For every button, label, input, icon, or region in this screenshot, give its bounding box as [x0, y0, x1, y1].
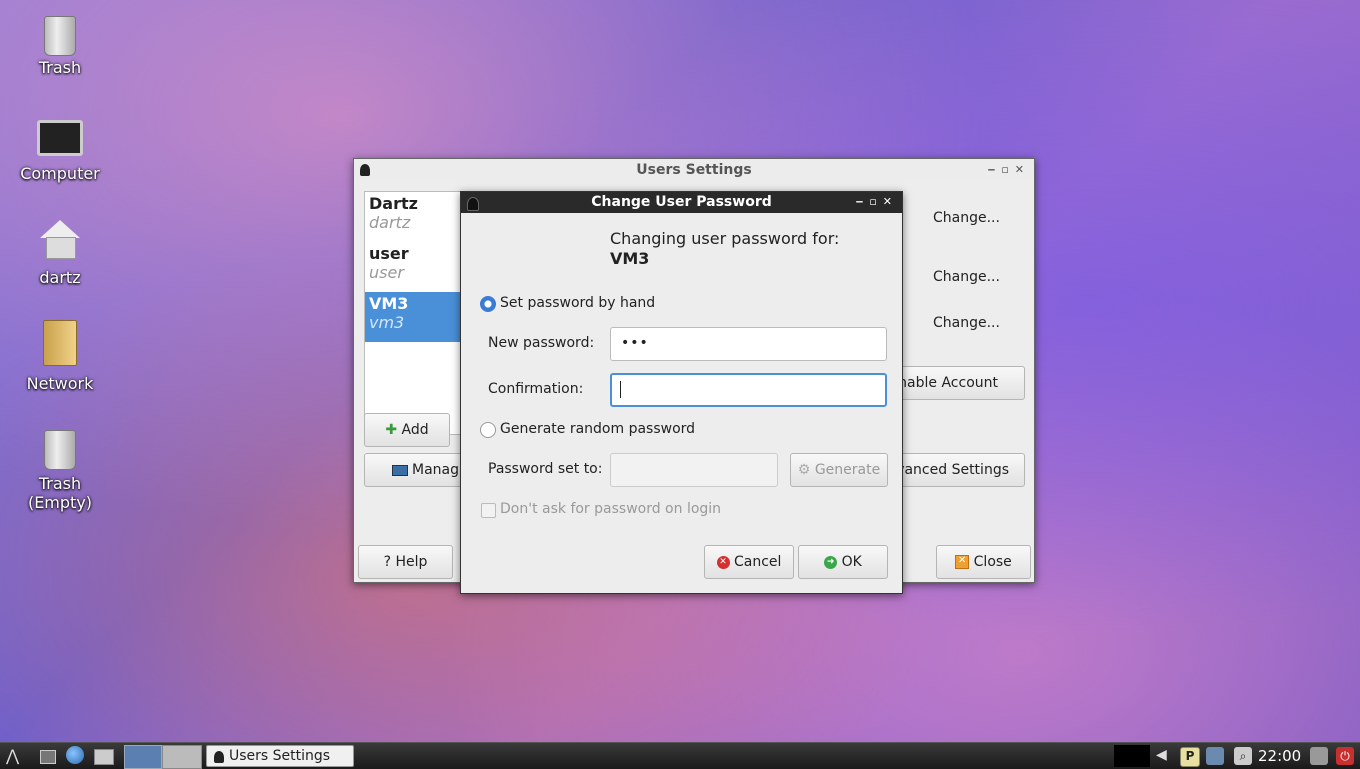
close-icon[interactable]: ✕ — [883, 195, 898, 208]
taskbar: ⋀ Users Settings ◀ P ⌕ 22:00 ⏻ — [0, 742, 1360, 769]
dialog-title: Change User Password — [591, 194, 772, 210]
arrow-icon[interactable]: ◀ — [1156, 747, 1174, 765]
change-password-titlebar[interactable]: Change User Password ‒▫✕ — [461, 192, 902, 213]
search-icon[interactable]: ⌕ — [1234, 747, 1252, 765]
browser-icon[interactable] — [66, 746, 84, 764]
new-password-value: ••• — [621, 335, 649, 351]
window-controls: ‒▫✕ — [988, 159, 1030, 181]
users-settings-titlebar[interactable]: Users Settings ‒▫✕ — [354, 159, 1034, 181]
change-password-button[interactable]: Change... — [933, 315, 1000, 331]
change-group-button[interactable]: Change... — [933, 269, 1000, 285]
cancel-button[interactable]: ✕ Cancel — [704, 545, 794, 579]
confirmation-label: Confirmation: — [488, 381, 584, 397]
minimize-icon[interactable]: ‒ — [856, 195, 870, 208]
power-icon[interactable]: ⏻ — [1336, 747, 1354, 765]
button-label: vanced Settings — [896, 462, 1009, 478]
new-password-field[interactable]: ••• — [610, 327, 887, 361]
change-name-button[interactable]: Change... — [933, 210, 1000, 226]
computer-icon — [37, 120, 83, 156]
ok-icon: ➜ — [824, 555, 838, 569]
desktop-icon-label: Computer — [20, 164, 100, 183]
desktop-icon-label: Network — [26, 374, 94, 393]
button-label: Add — [401, 422, 429, 438]
desktop-icon-label: Trash — [38, 58, 82, 77]
users-app-icon — [360, 164, 370, 176]
add-icon: ✚ — [385, 422, 398, 438]
network-folder-icon — [43, 320, 77, 366]
close-window-icon: ✕ — [955, 555, 970, 569]
new-password-label: New password: — [488, 335, 595, 351]
confirmation-field[interactable] — [610, 373, 887, 407]
dont-ask-checkbox — [481, 503, 496, 518]
workspace-2[interactable] — [162, 745, 202, 769]
set-by-hand-radio[interactable] — [480, 296, 496, 312]
user-icon[interactable] — [1310, 747, 1328, 765]
button-label: Close — [973, 554, 1012, 570]
text-cursor — [620, 381, 621, 398]
trash-icon — [44, 16, 76, 56]
help-icon: ? — [383, 554, 392, 570]
desktop-icon-trash[interactable]: Trash — [14, 10, 106, 77]
desktop-icon-home[interactable]: dartz — [14, 218, 106, 287]
ok-button[interactable]: ➜ OK — [798, 545, 888, 579]
close-icon[interactable]: ✕ — [1015, 163, 1030, 176]
groups-icon — [391, 464, 408, 476]
generate-random-radio[interactable] — [480, 422, 496, 438]
desktop-icon-label: dartz — [39, 268, 81, 287]
password-set-to-field — [610, 453, 778, 487]
button-label: OK — [841, 554, 862, 570]
dialog-heading: Changing user password for: — [610, 229, 840, 248]
cancel-icon: ✕ — [716, 555, 730, 569]
home-folder-icon — [40, 220, 80, 260]
desktop-icon-network[interactable]: Network — [14, 320, 106, 393]
desktop-icon-trash-empty[interactable]: Trash (Empty) — [14, 424, 106, 512]
users-app-icon — [214, 751, 224, 763]
button-label: Generate — [814, 462, 881, 478]
taskbar-task-users-settings[interactable]: Users Settings — [206, 745, 354, 767]
start-menu-icon[interactable]: ⋀ — [6, 746, 19, 766]
window-title: Users Settings — [636, 162, 752, 178]
dialog-app-icon — [467, 197, 479, 211]
desktop-icon-computer[interactable]: Computer — [14, 112, 106, 183]
trash-empty-icon — [44, 430, 76, 470]
show-desktop-icon[interactable] — [40, 750, 56, 764]
minimize-icon[interactable]: ‒ — [988, 163, 1002, 176]
password-set-to-label: Password set to: — [488, 461, 603, 477]
set-by-hand-label[interactable]: Set password by hand — [500, 295, 655, 311]
dialog-controls: ‒▫✕ — [856, 192, 898, 212]
clock[interactable]: 22:00 — [1258, 747, 1301, 765]
generate-icon: ⚙ — [797, 462, 811, 478]
button-label: Manag — [412, 462, 459, 478]
network-icon[interactable] — [1206, 747, 1224, 765]
workspace-1[interactable] — [124, 745, 162, 769]
enable-account-button[interactable]: nable Account — [884, 366, 1025, 400]
button-label: Help — [395, 554, 428, 570]
maximize-icon[interactable]: ▫ — [869, 195, 882, 208]
help-button[interactable]: ? Help — [358, 545, 453, 579]
manage-groups-button[interactable]: Manag — [364, 453, 464, 487]
generate-button: ⚙ Generate — [790, 453, 888, 487]
maximize-icon[interactable]: ▫ — [1001, 163, 1014, 176]
tray-black-box — [1114, 745, 1150, 767]
button-label: Cancel — [734, 554, 782, 570]
add-user-button[interactable]: ✚ Add — [364, 413, 450, 447]
pidgin-icon[interactable]: P — [1180, 747, 1200, 767]
task-label: Users Settings — [229, 748, 331, 764]
close-button[interactable]: ✕ Close — [936, 545, 1031, 579]
desktop-icon-label: Trash (Empty) — [27, 474, 93, 512]
file-manager-icon[interactable] — [94, 749, 114, 765]
button-label: nable Account — [898, 375, 998, 391]
change-password-dialog: Change User Password ‒▫✕ Changing user p… — [460, 191, 903, 594]
generate-random-label[interactable]: Generate random password — [500, 421, 695, 437]
dont-ask-label: Don't ask for password on login — [500, 501, 722, 517]
dialog-username: VM3 — [610, 249, 650, 268]
